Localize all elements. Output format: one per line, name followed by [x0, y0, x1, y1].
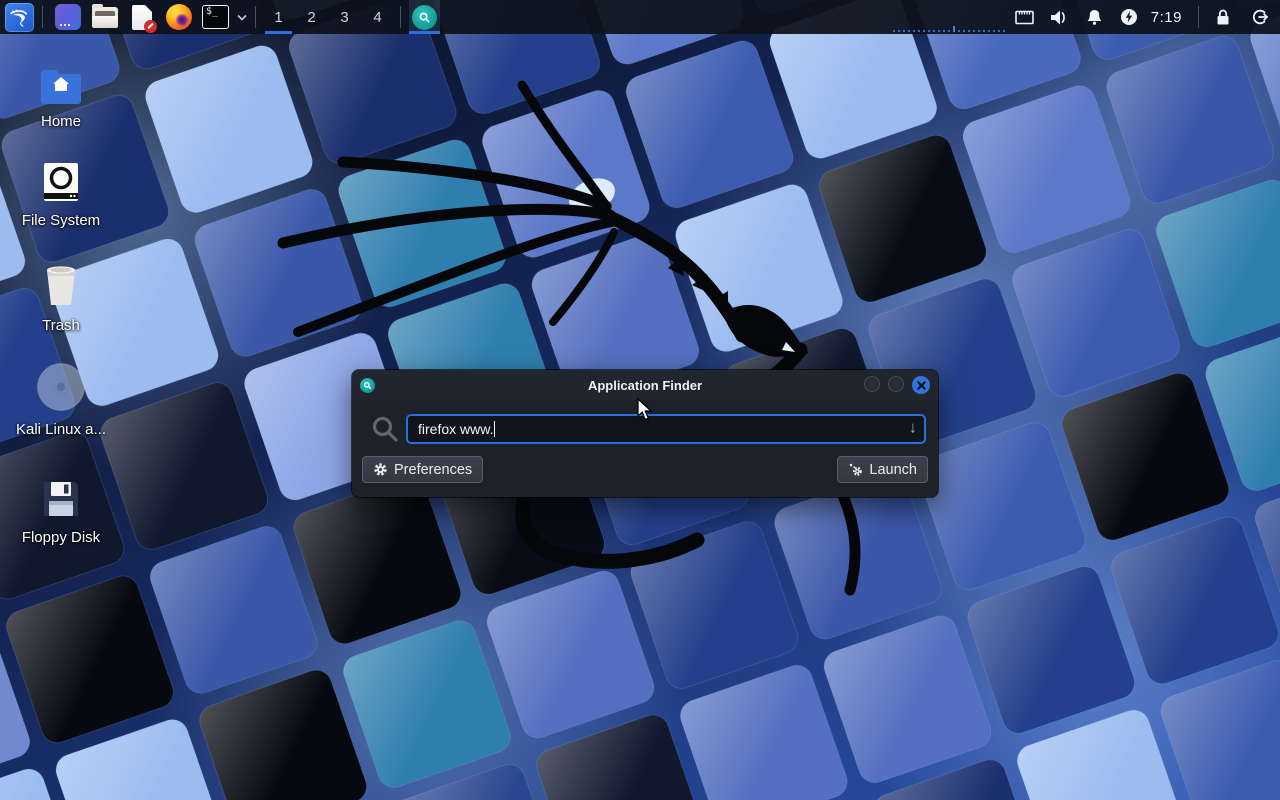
search-icon — [364, 414, 406, 444]
active-window-indicator — [409, 31, 440, 34]
search-input-value: firefox www. — [418, 421, 493, 437]
mouse-cursor — [637, 398, 653, 422]
minimize-button[interactable] — [864, 376, 880, 392]
chevron-down-icon — [237, 14, 247, 21]
lock-screen-icon[interactable] — [1205, 0, 1240, 34]
panel-separator — [1198, 6, 1199, 28]
launcher-menu-chevron[interactable] — [235, 0, 249, 34]
app-finder-icon — [412, 5, 437, 30]
desktop-icon-home[interactable]: Home — [15, 56, 107, 130]
pencil-badge-icon — [144, 20, 157, 33]
desktop-icon-label: File System — [22, 212, 100, 229]
kali-menu-button[interactable] — [2, 0, 36, 34]
network-wired-icon[interactable] — [1007, 0, 1042, 34]
floppy-icon — [40, 472, 82, 520]
clock[interactable]: 7:19 — [1147, 9, 1192, 26]
kali-logo-icon — [5, 3, 34, 32]
titlebar[interactable]: Application Finder — [352, 370, 938, 400]
panel-separator — [42, 6, 43, 28]
workspace-label: 2 — [307, 9, 315, 26]
desktop-icon-file-system[interactable]: File System — [15, 155, 107, 229]
maximize-button[interactable] — [888, 376, 904, 392]
launch-label: Launch — [869, 462, 917, 478]
panel-separator — [400, 6, 401, 28]
desktop-icon-kali-cdrom[interactable]: Kali Linux a... — [15, 364, 107, 438]
search-input[interactable]: firefox www. ↓ — [406, 414, 926, 444]
gear-icon — [373, 462, 388, 477]
workspace-label: 4 — [373, 9, 381, 26]
application-finder-window: Application Finder firefox www. ↓ — [352, 370, 938, 497]
launcher-terminal[interactable]: $_ — [197, 0, 234, 34]
desktop-app-icon — [55, 4, 81, 30]
notifications-bell-icon[interactable] — [1077, 0, 1112, 34]
workspace-label: 3 — [340, 9, 348, 26]
trash-icon — [39, 260, 83, 308]
home-folder-icon — [39, 56, 83, 104]
launch-button[interactable]: Launch — [837, 456, 928, 483]
desktop-icon-floppy-disk[interactable]: Floppy Disk — [15, 472, 107, 546]
launcher-text-editor[interactable] — [123, 0, 160, 34]
logout-icon[interactable] — [1240, 0, 1280, 34]
terminal-icon: $_ — [202, 5, 229, 29]
panel-separator — [255, 6, 256, 28]
preferences-label: Preferences — [394, 462, 472, 478]
active-workspace-indicator — [265, 31, 292, 34]
desktop-icon-trash[interactable]: Trash — [15, 260, 107, 334]
network-activity-graph — [893, 28, 1005, 32]
launcher-file-manager[interactable] — [86, 0, 123, 34]
taskbar-app-finder-button[interactable] — [409, 0, 440, 34]
window-title: Application Finder — [352, 378, 938, 393]
preferences-button[interactable]: Preferences — [362, 456, 483, 483]
firefox-icon — [166, 4, 192, 30]
app-finder-icon — [360, 378, 375, 393]
workspace-label: 1 — [274, 9, 282, 26]
launcher-desktop-app[interactable] — [49, 0, 86, 34]
text-caret — [494, 421, 495, 437]
desktop-icon-label: Kali Linux a... — [16, 421, 106, 438]
text-editor-icon — [132, 5, 152, 30]
volume-icon[interactable] — [1042, 0, 1077, 34]
drive-icon — [40, 155, 82, 203]
power-manager-icon[interactable] — [1112, 0, 1147, 34]
top-panel: $_ 1 2 3 4 — [0, 0, 1280, 34]
desktop-icon-label: Floppy Disk — [22, 529, 100, 546]
file-manager-icon — [92, 7, 118, 28]
dropdown-arrow-icon[interactable]: ↓ — [909, 421, 917, 437]
workspace-4-button[interactable]: 4 — [361, 0, 394, 34]
close-icon — [917, 381, 926, 390]
desktop-icon-label: Trash — [42, 317, 80, 334]
launch-icon — [848, 462, 863, 477]
workspace-3-button[interactable]: 3 — [328, 0, 361, 34]
close-button[interactable] — [912, 376, 930, 394]
launcher-firefox[interactable] — [160, 0, 197, 34]
workspace-1-button[interactable]: 1 — [262, 0, 295, 34]
workspace-2-button[interactable]: 2 — [295, 0, 328, 34]
desktop-icon-label: Home — [41, 113, 81, 130]
cdrom-disc-icon — [36, 364, 86, 412]
